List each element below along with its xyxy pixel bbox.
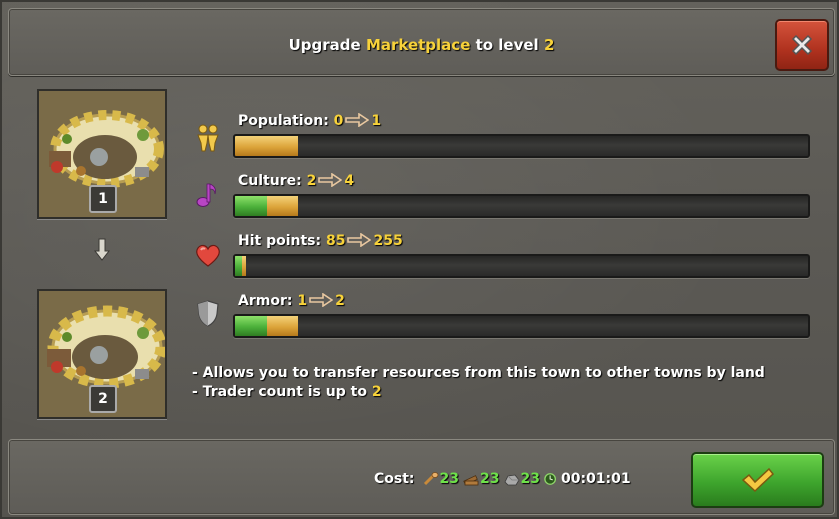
culture-bar [233, 194, 810, 218]
close-icon [791, 34, 813, 56]
culture-from: 2 [306, 173, 317, 189]
cost-label: Cost: [374, 471, 415, 487]
title-middle: to level [470, 36, 544, 54]
heart-icon [196, 244, 220, 267]
building-thumbnail-next: 2 [37, 289, 167, 419]
title-prefix: Upgrade [288, 36, 366, 54]
stat-label-armor: Armor: 12 [238, 293, 345, 309]
description-line-1: - Allows you to transfer resources from … [192, 365, 765, 381]
shield-icon [197, 300, 219, 327]
hitpoints-bar [233, 254, 810, 278]
cost-row: Cost: 23 23 23 00:01:01 [374, 471, 631, 487]
bar-fill-current [235, 256, 242, 276]
stat-label-culture: Culture: 24 [238, 173, 355, 189]
stat-label-population: Population: 01 [238, 113, 382, 129]
arrow-right-icon [309, 293, 334, 307]
clock-icon [544, 473, 557, 485]
culture-to: 4 [344, 173, 355, 189]
dialog-title: Upgrade Marketplace to level 2 [2, 36, 839, 54]
building-name: Marketplace [365, 36, 471, 54]
stone-icon [504, 474, 519, 486]
bar-fill-current [235, 316, 267, 336]
culture-icon [196, 183, 216, 207]
population-to: 1 [371, 113, 382, 129]
upgrade-dialog: Upgrade Marketplace to level 2 1 2 Popul… [0, 0, 839, 519]
cost-stone: 23 [520, 471, 540, 487]
description-line-2: - Trader count is up to 2 [192, 384, 382, 400]
build-time: 00:01:01 [560, 471, 631, 487]
hitpoints-from: 85 [326, 233, 346, 249]
bar-fill-upgrade [235, 136, 299, 156]
arrow-right-icon [345, 113, 370, 127]
population-bar [233, 134, 810, 158]
armor-to: 2 [335, 293, 345, 309]
current-level-badge: 1 [89, 185, 117, 213]
cost-food: 23 [480, 471, 500, 487]
building-thumbnail-current: 1 [37, 89, 167, 219]
arrow-right-icon [347, 233, 372, 247]
population-icon [197, 124, 219, 152]
armor-from: 1 [297, 293, 308, 309]
next-level-badge: 2 [89, 385, 117, 413]
lumber-icon [463, 475, 479, 486]
confirm-upgrade-button[interactable] [691, 452, 824, 508]
cost-wood: 23 [439, 471, 460, 487]
stat-label-hitpoints: Hit points: 85 255 [238, 233, 403, 249]
wood-icon [423, 472, 438, 486]
close-button[interactable] [775, 19, 829, 71]
target-level: 2 [543, 36, 555, 54]
hitpoints-to: 255 [373, 233, 403, 249]
down-arrow-icon [93, 238, 111, 261]
bar-fill-current [235, 196, 267, 216]
checkmark-icon [741, 467, 774, 493]
armor-bar [233, 314, 810, 338]
population-from: 0 [333, 113, 344, 129]
arrow-right-icon [318, 173, 343, 187]
trader-count: 2 [371, 384, 382, 400]
